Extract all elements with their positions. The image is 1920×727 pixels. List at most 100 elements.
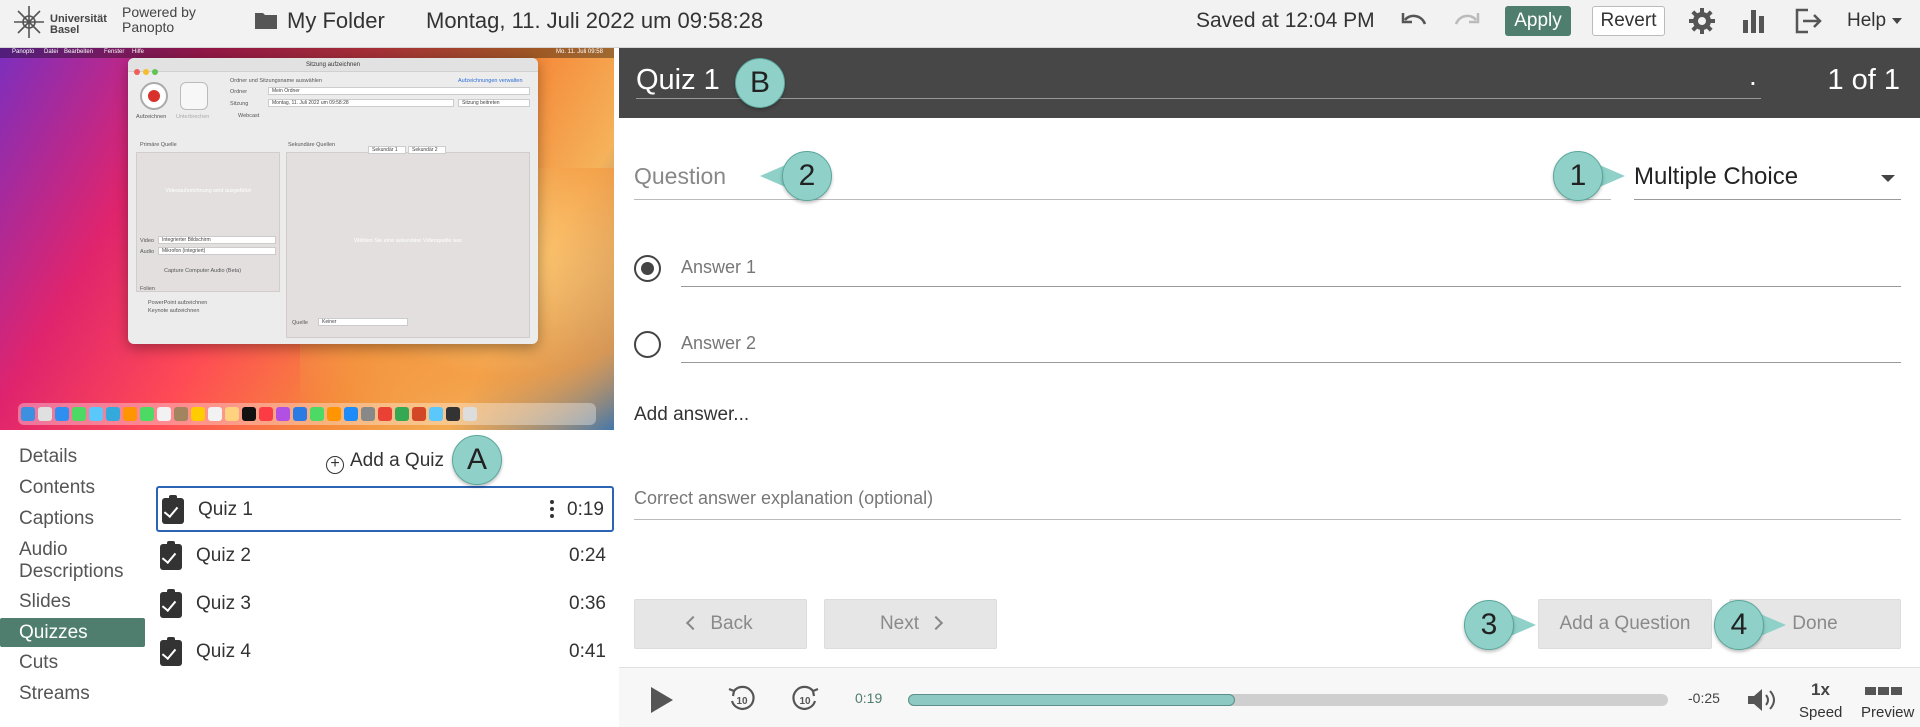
volume-icon[interactable] <box>1745 686 1779 714</box>
secondary-sources-label: Sekundäre Quellen <box>288 142 336 148</box>
next-button[interactable]: Next <box>824 599 997 649</box>
manage-recordings-link: Aufzeichnungen verwalten <box>458 78 523 84</box>
chevron-right-icon <box>928 615 944 631</box>
apply-button[interactable]: Apply <box>1505 6 1571 36</box>
title-underline <box>636 98 1761 99</box>
help-label: Help <box>1847 10 1887 31</box>
playback-bar: 10 10 0:19 -0:25 1x Speed Preview <box>619 667 1920 727</box>
callout-label: A <box>466 443 487 476</box>
nav-item-cuts[interactable]: Cuts <box>0 652 145 674</box>
statistics-icon[interactable] <box>1741 8 1765 34</box>
question-placeholder: Question <box>634 163 727 189</box>
preview-label: Preview <box>1861 704 1915 721</box>
callout-label: 3 <box>1480 608 1498 641</box>
correct-answer-radio[interactable] <box>634 331 661 358</box>
video-preview[interactable]: Panopto Datei Bearbeiten Fenster Hilfe M… <box>0 48 614 430</box>
callout-b: B <box>735 58 785 108</box>
explanation-input[interactable]: Correct answer explanation (optional) <box>634 488 1901 520</box>
add-question-button[interactable]: Add a Question <box>1538 599 1712 649</box>
next-label: Next <box>879 613 920 634</box>
nav-item-contents[interactable]: Contents <box>0 477 145 499</box>
question-type-select[interactable]: Multiple Choice <box>1634 163 1901 200</box>
video-source-field: Integrierter Bildschirm <box>158 236 276 244</box>
chevron-left-icon <box>686 615 701 631</box>
answer-input[interactable]: Answer 2 <box>681 323 1901 363</box>
play-icon[interactable] <box>651 687 673 713</box>
callout-2: 2 <box>760 151 832 201</box>
callout-label: 2 <box>798 159 816 192</box>
quiz-clipboard-icon <box>162 495 184 524</box>
current-time: 0:19 <box>855 690 883 706</box>
mac-menu-bar: Panopto Datei Bearbeiten Fenster Hilfe M… <box>0 48 614 58</box>
more-options-icon[interactable] <box>550 500 554 521</box>
quiz-name: Quiz 4 <box>196 641 251 662</box>
add-quiz-label: Add a Quiz <box>350 450 444 471</box>
nav-item-details[interactable]: Details <box>0 446 145 468</box>
nav-item-streams[interactable]: Streams <box>0 683 145 705</box>
quiz-list-item[interactable]: Quiz 4 0:41 <box>156 630 614 676</box>
keynote-label: Keynote aufzeichnen <box>148 308 200 314</box>
record-icon <box>140 82 168 110</box>
chevron-down-icon <box>1881 175 1895 182</box>
callout-label: 1 <box>1569 159 1587 192</box>
folder-field: Mein Ordner <box>268 87 530 95</box>
undo-icon[interactable] <box>1399 8 1429 36</box>
quiz-time: 0:41 <box>569 641 606 662</box>
help-menu[interactable]: Help <box>1847 10 1903 32</box>
quiz-list-item[interactable]: Quiz 1 0:19 <box>156 486 614 532</box>
quiz-editor-header: Quiz 1 . 1 of 1 <box>619 48 1920 118</box>
folder-label: Ordner <box>230 89 248 95</box>
quiz-clipboard-icon <box>160 541 182 570</box>
answer-row: Answer 2 <box>634 323 1901 363</box>
mac-clock: Mo. 11. Juli 09:58 <box>556 49 603 55</box>
folder-icon[interactable] <box>254 10 278 30</box>
rewind-10-icon[interactable]: 10 <box>726 683 758 715</box>
nav-item-slides[interactable]: Slides <box>0 591 145 613</box>
add-quiz-button[interactable]: + Add a Quiz <box>326 450 444 474</box>
quiz-title-input[interactable]: Quiz 1 <box>636 64 720 97</box>
mac-menu-item: Panopto <box>12 49 35 55</box>
capture-audio-label: Capture Computer Audio (Beta) <box>164 268 242 274</box>
secondary-tab-2: Sekundär 2 <box>408 146 446 154</box>
secondary-tab-1: Sekundär 1 <box>368 146 406 154</box>
answer-input[interactable]: Answer 1 <box>681 247 1901 287</box>
source-label: Quelle <box>292 320 308 326</box>
add-answer-link[interactable]: Add answer... <box>634 404 749 426</box>
mac-dock <box>18 403 596 425</box>
question-counter: 1 of 1 <box>1827 64 1900 96</box>
window-controls <box>134 62 161 80</box>
saved-status: Saved at 12:04 PM <box>1196 9 1375 32</box>
source-field: Keiner <box>318 318 408 326</box>
pause-label: Unterbrechen <box>176 114 210 120</box>
quiz-time: 0:24 <box>569 545 606 566</box>
forward-seconds: 10 <box>799 696 811 707</box>
back-button[interactable]: Back <box>634 599 807 649</box>
callout-3: 3 <box>1464 600 1536 650</box>
quiz-list-item[interactable]: Quiz 3 0:36 <box>156 582 614 628</box>
exit-editor-icon[interactable] <box>1794 8 1822 34</box>
quiz-name: Quiz 1 <box>198 499 253 520</box>
revert-button[interactable]: Revert <box>1592 6 1665 36</box>
redo-icon[interactable] <box>1452 8 1482 36</box>
back-label: Back <box>710 613 753 634</box>
folder-name[interactable]: My Folder <box>287 8 385 34</box>
audio-source-label: Audio <box>140 249 155 255</box>
nav-item-quizzes[interactable]: Quizzes <box>0 618 145 647</box>
quiz-list-item[interactable]: Quiz 2 0:24 <box>156 534 614 580</box>
speed-value[interactable]: 1x <box>1811 680 1830 700</box>
callout-4: 4 <box>1714 600 1786 650</box>
forward-10-icon[interactable]: 10 <box>789 683 821 715</box>
correct-answer-radio[interactable] <box>634 255 661 282</box>
callout-label: B <box>749 66 770 99</box>
nav-item-captions[interactable]: Captions <box>0 508 145 530</box>
record-label: Aufzeichnen <box>136 114 167 120</box>
session-name[interactable]: Montag, 11. Juli 2022 um 09:58:28 <box>426 8 763 34</box>
session-label: Sitzung <box>230 101 249 107</box>
nav-item-audio-descriptions[interactable]: Audio Descriptions <box>0 539 145 583</box>
quiz-clipboard-icon <box>160 637 182 666</box>
preview-icon[interactable] <box>1865 682 1904 700</box>
playback-scrubber[interactable] <box>908 694 1668 706</box>
gear-icon[interactable] <box>1688 7 1716 35</box>
mac-menu-item: Fenster <box>104 49 125 55</box>
video-source-label: Video <box>140 238 154 244</box>
